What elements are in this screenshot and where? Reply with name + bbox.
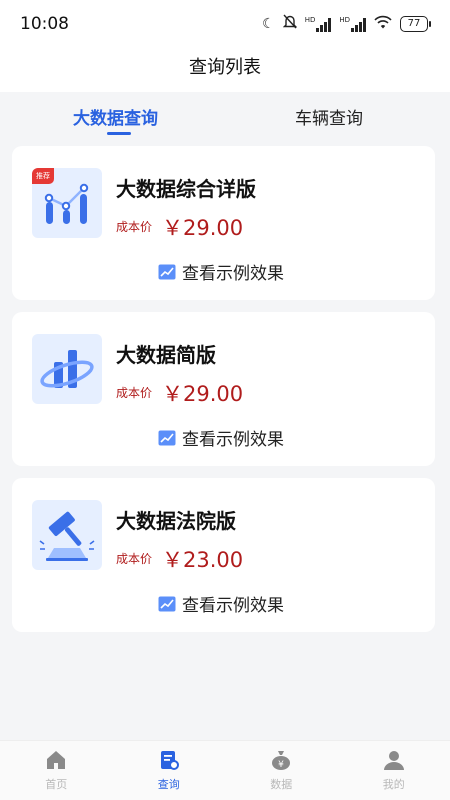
wifi-icon (374, 15, 392, 33)
hd-label-2: HD (339, 15, 350, 24)
price-value: ￥23.00 (162, 548, 244, 572)
product-name: 大数据法院版 (116, 509, 236, 533)
price-label: 成本价 (116, 220, 153, 234)
product-name: 大数据简版 (116, 343, 216, 367)
view-sample-link[interactable]: 查看示例效果 (158, 591, 284, 616)
chart-trend-icon (158, 596, 176, 611)
mute-bell-icon (282, 14, 297, 33)
moon-icon: ☾ (262, 15, 275, 32)
product-thumbnail: 推荐 (32, 168, 102, 238)
nav-data[interactable]: ¥ 数据 (225, 741, 338, 800)
title-bar: 查询列表 (0, 48, 450, 92)
product-card-comprehensive[interactable]: 推荐 大数据综合详版 成本价 ￥29.00 查看示例效果 (12, 146, 435, 300)
nav-query[interactable]: 查询 (113, 741, 226, 800)
bar-chart-orbit-icon (40, 350, 94, 388)
status-icons: ☾ HD HD 77 (262, 14, 431, 33)
signal-icon-2: HD (339, 16, 366, 32)
tab-vehicle-query[interactable]: 车辆查询 (295, 104, 363, 129)
view-sample-label: 查看示例效果 (182, 430, 284, 450)
view-sample-label: 查看示例效果 (182, 596, 284, 616)
money-bag-icon: ¥ (272, 751, 291, 770)
nav-mine[interactable]: 我的 (338, 741, 450, 800)
svg-text:¥: ¥ (278, 760, 284, 770)
price-value: ￥29.00 (162, 216, 244, 240)
page-title: 查询列表 (189, 57, 261, 78)
product-name: 大数据综合详版 (116, 177, 256, 201)
hd-label-1: HD (304, 15, 316, 24)
view-sample-link[interactable]: 查看示例效果 (158, 259, 284, 284)
product-card-simple[interactable]: 大数据简版 成本价 ￥29.00 查看示例效果 (12, 312, 435, 466)
nav-label: 查询 (157, 778, 180, 791)
product-thumbnail (32, 334, 102, 404)
gavel-icon (39, 511, 95, 561)
home-icon (47, 751, 66, 769)
view-sample-link[interactable]: 查看示例效果 (158, 425, 284, 450)
chart-trend-icon (158, 430, 176, 445)
price-value: ￥29.00 (162, 382, 244, 406)
tab-bar: 大数据查询 车辆查询 (0, 92, 450, 140)
product-thumbnail (32, 500, 102, 570)
chart-trend-icon (158, 264, 176, 279)
nav-home[interactable]: 首页 (0, 741, 113, 800)
price-label: 成本价 (116, 386, 153, 400)
view-sample-label: 查看示例效果 (182, 264, 284, 284)
price-label: 成本价 (116, 552, 153, 566)
status-bar: 10:08 ☾ HD HD 77 (0, 0, 450, 48)
tab-big-data-query[interactable]: 大数据查询 (73, 104, 158, 129)
status-time: 10:08 (20, 14, 69, 34)
nav-label: 首页 (45, 778, 68, 791)
signal-icon-1: HD (305, 16, 332, 32)
user-icon (383, 751, 404, 770)
query-icon (160, 751, 179, 770)
recommend-badge: 推荐 (32, 168, 54, 184)
nav-label: 我的 (382, 778, 405, 791)
nav-label: 数据 (270, 778, 293, 791)
product-card-court[interactable]: 大数据法院版 成本价 ￥23.00 查看示例效果 (12, 478, 435, 632)
bottom-nav: 首页 查询 ¥ 数据 我的 (0, 740, 450, 800)
battery-icon: 77 (400, 15, 431, 32)
tab-active-indicator (107, 132, 131, 135)
